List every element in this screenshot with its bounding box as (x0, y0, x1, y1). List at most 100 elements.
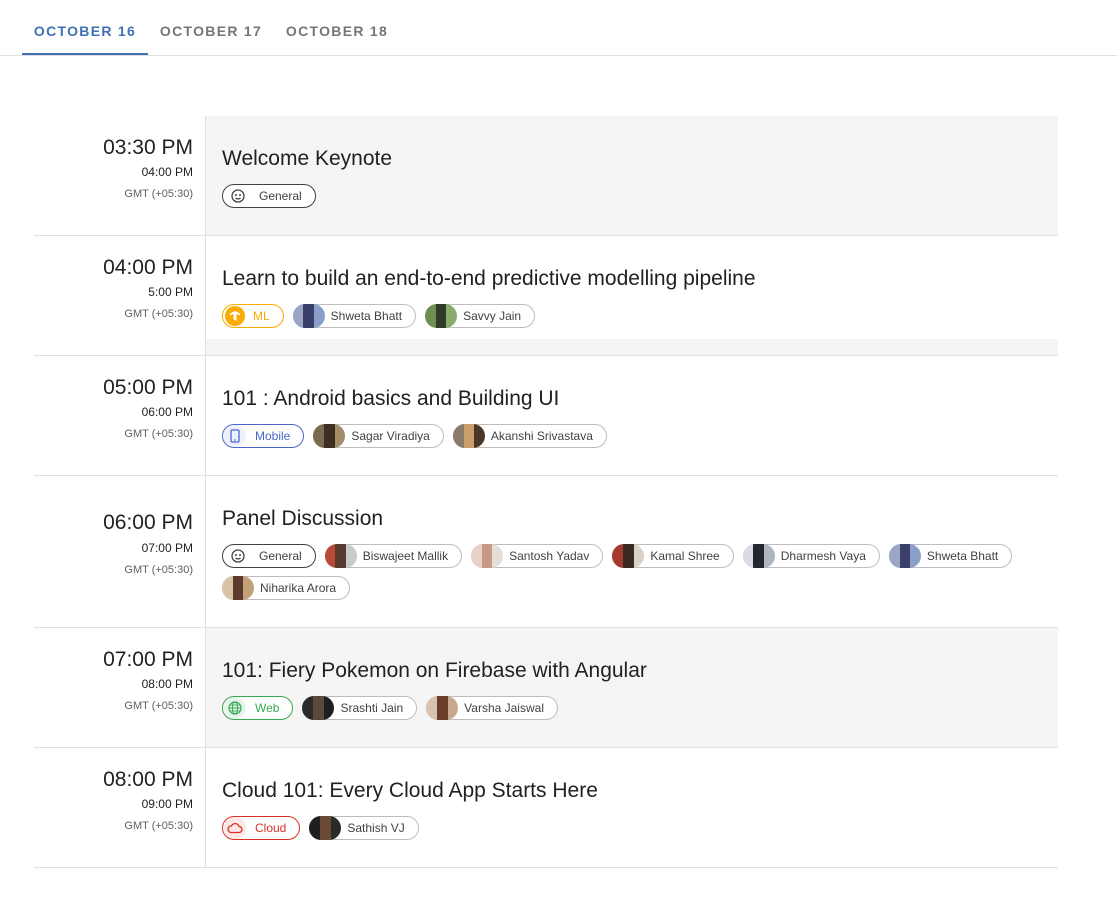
end-time: 07:00 PM (141, 541, 193, 555)
timezone: GMT (+05:30) (124, 700, 193, 712)
avatar (742, 544, 775, 568)
speaker-name: Sathish VJ (347, 821, 405, 835)
session-row: 07:00 PM 08:00 PM GMT (+05:30) 101: Fier… (34, 628, 1058, 748)
cloud-icon (224, 817, 246, 839)
timezone: GMT (+05:30) (124, 308, 193, 320)
tag-chip-mobile[interactable]: Mobile (222, 424, 305, 448)
session-tags: Mobile Sagar Viradiya Akanshi Srivastava (222, 424, 1022, 448)
avatar (309, 816, 342, 840)
session-card[interactable]: Cloud 101: Every Cloud App Starts Here C… (205, 748, 1058, 867)
speaker-name: Shweta Bhatt (926, 549, 999, 563)
session-row: 05:00 PM 06:00 PM GMT (+05:30) 101 : And… (34, 356, 1058, 476)
speaker-name: Savvy Jain (463, 309, 522, 323)
avatar (888, 544, 921, 568)
tag-label: Web (255, 701, 280, 715)
end-time: 04:00 PM (141, 165, 193, 179)
session-card[interactable]: Welcome Keynote General (205, 116, 1058, 235)
timezone: GMT (+05:30) (124, 188, 193, 200)
speaker-name: Sagar Viradiya (351, 429, 430, 443)
tag-label: General (259, 189, 302, 203)
session-title[interactable]: Learn to build an end-to-end predictive … (222, 267, 756, 291)
tab-october-16[interactable]: OCTOBER 16 (22, 0, 148, 55)
speaker-chip[interactable]: Shweta Bhatt (888, 544, 1013, 568)
session-row: 06:00 PM 07:00 PM GMT (+05:30) Panel Dis… (34, 476, 1058, 628)
avatar (426, 696, 459, 720)
session-tags: General (222, 184, 1022, 208)
tab-october-18[interactable]: OCTOBER 18 (274, 0, 400, 55)
session-tags: ML Shweta Bhatt Savvy Jain (222, 304, 1022, 328)
tag-label: ML (253, 309, 270, 323)
start-time: 06:00 PM (103, 511, 193, 534)
session-card[interactable]: 101: Fiery Pokemon on Firebase with Angu… (205, 628, 1058, 747)
speaker-chip[interactable]: Shweta Bhatt (292, 304, 417, 328)
timezone: GMT (+05:30) (124, 564, 193, 576)
speaker-name: Dharmesh Vaya (780, 549, 866, 563)
start-time: 04:00 PM (103, 256, 193, 279)
avatar (222, 576, 254, 600)
avatar (612, 544, 645, 568)
end-time: 5:00 PM (148, 285, 193, 299)
speaker-chip[interactable]: Biswajeet Mallik (324, 544, 463, 568)
speaker-name: Santosh Yadav (509, 549, 590, 563)
session-card[interactable]: 101 : Android basics and Building UI Mob… (205, 356, 1058, 475)
session-card[interactable]: Panel Discussion General Biswajeet Malli… (205, 476, 1058, 627)
speaker-name: Biswajeet Mallik (362, 549, 449, 563)
start-time: 03:30 PM (103, 136, 193, 159)
start-time: 05:00 PM (103, 376, 193, 399)
session-title[interactable]: Cloud 101: Every Cloud App Starts Here (222, 779, 598, 803)
speaker-chip[interactable]: Niharika Arora (222, 576, 351, 600)
session-row: 08:00 PM 09:00 PM GMT (+05:30) Cloud 101… (34, 748, 1058, 868)
speaker-chip[interactable]: Varsha Jaiswal (426, 696, 558, 720)
avatar (471, 544, 504, 568)
speaker-chip[interactable]: Santosh Yadav (471, 544, 604, 568)
speaker-name: Akanshi Srivastava (490, 429, 593, 443)
tag-chip-general[interactable]: General (222, 544, 316, 568)
speaker-chip[interactable]: Sagar Viradiya (313, 424, 444, 448)
timezone: GMT (+05:30) (124, 820, 193, 832)
end-time: 06:00 PM (141, 405, 193, 419)
avatar (302, 696, 335, 720)
speaker-chip[interactable]: Savvy Jain (425, 304, 536, 328)
session-card[interactable]: Learn to build an end-to-end predictive … (205, 236, 1058, 355)
avatar (313, 424, 346, 448)
start-time: 08:00 PM (103, 768, 193, 791)
tag-chip-ml[interactable]: ML (222, 304, 284, 328)
session-title[interactable]: Panel Discussion (222, 507, 383, 531)
session-title[interactable]: 101 : Android basics and Building UI (222, 387, 559, 411)
session-tags: Web Srashti Jain Varsha Jaiswal (222, 696, 1022, 720)
speaker-name: Niharika Arora (260, 581, 337, 595)
start-time: 07:00 PM (103, 648, 193, 671)
tag-chip-cloud[interactable]: Cloud (222, 816, 301, 840)
mobile-icon (224, 425, 246, 447)
speaker-chip[interactable]: Akanshi Srivastava (452, 424, 607, 448)
session-row: 03:30 PM 04:00 PM GMT (+05:30) Welcome K… (34, 116, 1058, 236)
tag-chip-web[interactable]: Web (222, 696, 294, 720)
speaker-name: Shweta Bhatt (330, 309, 403, 323)
speaker-name: Varsha Jaiswal (464, 701, 544, 715)
speaker-chip[interactable]: Kamal Shree (612, 544, 734, 568)
session-row: 04:00 PM 5:00 PM GMT (+05:30) Learn to b… (34, 236, 1058, 356)
avatar (425, 304, 458, 328)
tab-october-17[interactable]: OCTOBER 17 (148, 0, 274, 55)
speaker-chip[interactable]: Srashti Jain (302, 696, 418, 720)
avatar (324, 544, 357, 568)
timezone: GMT (+05:30) (124, 428, 193, 440)
tag-label: General (259, 549, 302, 563)
session-tags: General Biswajeet Mallik Santosh Yadav K… (222, 544, 1022, 600)
tag-label: Cloud (255, 821, 287, 835)
avatar (452, 424, 485, 448)
tag-label: Mobile (255, 429, 291, 443)
general-icon (226, 545, 250, 567)
session-title[interactable]: Welcome Keynote (222, 147, 392, 171)
tag-chip-general[interactable]: General (222, 184, 316, 208)
session-tags: Cloud Sathish VJ (222, 816, 1022, 840)
session-title[interactable]: 101: Fiery Pokemon on Firebase with Angu… (222, 659, 647, 683)
speaker-name: Srashti Jain (340, 701, 404, 715)
date-tabs: OCTOBER 16 OCTOBER 17 OCTOBER 18 (0, 0, 1117, 56)
general-icon (226, 185, 250, 207)
avatar (292, 304, 325, 328)
speaker-chip[interactable]: Sathish VJ (309, 816, 419, 840)
speaker-chip[interactable]: Dharmesh Vaya (742, 544, 880, 568)
schedule-list: 03:30 PM 04:00 PM GMT (+05:30) Welcome K… (34, 116, 1058, 868)
speaker-name: Kamal Shree (650, 549, 720, 563)
